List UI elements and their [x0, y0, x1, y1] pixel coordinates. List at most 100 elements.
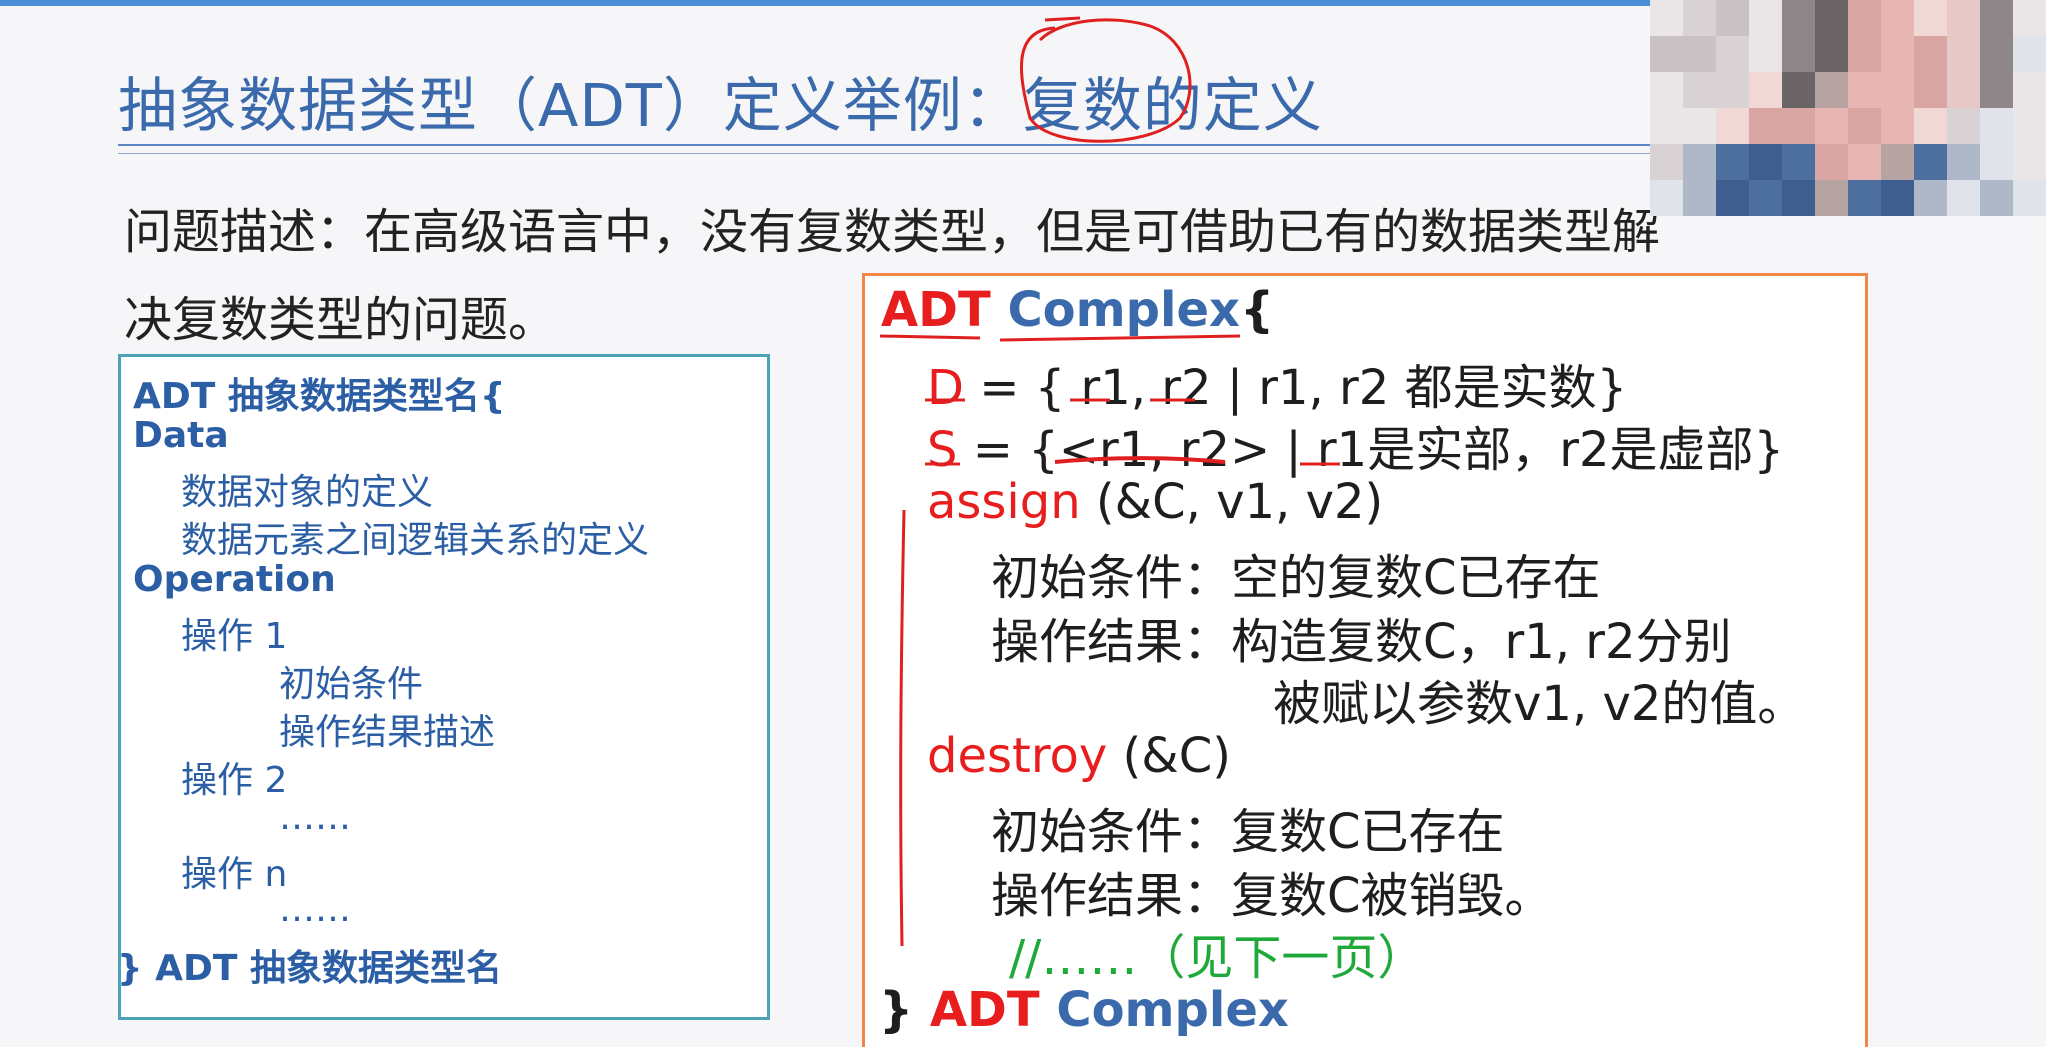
webcam-pixel — [1980, 180, 2013, 216]
template-data-relation: 数据元素之间逻辑关系的定义 — [181, 520, 650, 561]
complex-footer: } ADT Complex — [879, 982, 1289, 1038]
webcam-pixel — [1749, 72, 1782, 108]
webcam-pixel — [1716, 0, 1749, 36]
complex-adt-box: ADT Complex{ D = { r1, r2 | r1, r2 都是实数}… — [862, 273, 1868, 1047]
webcam-pixel — [1947, 180, 1980, 216]
webcam-pixel — [1815, 0, 1848, 36]
template-ellipsis-2: …… — [279, 889, 351, 930]
webcam-pixel — [1683, 36, 1716, 72]
webcam-pixel — [1650, 72, 1683, 108]
webcam-pixel — [1980, 36, 2013, 72]
webcam-pixel — [1782, 36, 1815, 72]
webcam-pixel — [1947, 144, 1980, 180]
webcam-pixel — [2013, 0, 2046, 36]
webcam-pixel — [1947, 72, 1980, 108]
title-divider — [118, 144, 1658, 146]
template-data-object: 数据对象的定义 — [181, 472, 434, 513]
problem-line-1: 问题描述：在高级语言中，没有复数类型，但是可借助已有的数据类型解 — [124, 204, 1661, 260]
webcam-pixel — [1947, 108, 1980, 144]
webcam-pixel — [1815, 72, 1848, 108]
webcam-pixel — [1782, 72, 1815, 108]
webcam-pixel — [1881, 180, 1914, 216]
webcam-pixel — [1914, 144, 1947, 180]
webcam-pixel — [1848, 144, 1881, 180]
webcam-pixel — [1980, 108, 2013, 144]
webcam-pixel — [1848, 72, 1881, 108]
webcam-pixel — [2013, 108, 2046, 144]
webcam-pixel — [1881, 0, 1914, 36]
webcam-pixel — [1683, 0, 1716, 36]
webcam-pixel — [2013, 72, 2046, 108]
webcam-pixel — [1881, 72, 1914, 108]
webcam-pixel — [1650, 144, 1683, 180]
continued-comment: //……（见下一页） — [1009, 930, 1426, 986]
webcam-pixel — [1782, 108, 1815, 144]
template-op1-pre: 初始条件 — [279, 664, 424, 705]
webcam-pixel — [1881, 144, 1914, 180]
template-opn: 操作 n — [181, 854, 288, 895]
webcam-pixel — [1848, 108, 1881, 144]
complex-header: ADT Complex{ — [881, 282, 1275, 338]
template-ellipsis-1: …… — [279, 797, 351, 838]
webcam-pixel — [1980, 144, 2013, 180]
webcam-pixel — [1815, 108, 1848, 144]
webcam-pixel — [1716, 72, 1749, 108]
webcam-pixel — [1980, 0, 2013, 36]
assign-result-2: 被赋以参数v1, v2的值。 — [1273, 676, 1806, 732]
destroy-signature: destroy (&C) — [927, 728, 1231, 784]
webcam-pixel — [1749, 36, 1782, 72]
webcam-pixel — [1848, 0, 1881, 36]
presenter-webcam-thumbnail — [1650, 0, 2046, 216]
template-op2: 操作 2 — [181, 760, 288, 801]
webcam-pixel — [1749, 180, 1782, 216]
webcam-pixel — [1815, 144, 1848, 180]
template-operation-label: Operation — [133, 559, 336, 600]
webcam-pixel — [1881, 36, 1914, 72]
webcam-pixel — [1716, 108, 1749, 144]
adt-template-box: ADT 抽象数据类型名{ Data 数据对象的定义 数据元素之间逻辑关系的定义 … — [117, 354, 770, 1020]
webcam-pixel — [1947, 36, 1980, 72]
assign-result-1: 操作结果：构造复数C，r1, r2分别 — [991, 614, 1732, 670]
webcam-pixel — [1683, 108, 1716, 144]
webcam-pixel — [1782, 144, 1815, 180]
webcam-pixel — [1815, 180, 1848, 216]
webcam-pixel — [1650, 36, 1683, 72]
webcam-pixel — [1650, 180, 1683, 216]
webcam-pixel — [1815, 36, 1848, 72]
template-op1: 操作 1 — [181, 616, 288, 657]
complex-data-set: D = { r1, r2 | r1, r2 都是实数} — [927, 360, 1628, 416]
template-data-label: Data — [133, 415, 229, 456]
webcam-pixel — [1914, 36, 1947, 72]
webcam-pixel — [2013, 36, 2046, 72]
complex-relation-set: S = {<r1, r2> | r1是实部，r2是虚部} — [927, 422, 1785, 478]
slide-title: 抽象数据类型（ADT）定义举例：复数的定义 — [118, 71, 1323, 140]
webcam-pixel — [1914, 108, 1947, 144]
webcam-pixel — [1683, 72, 1716, 108]
webcam-pixel — [1716, 180, 1749, 216]
assign-signature: assign (&C, v1, v2) — [927, 474, 1384, 530]
webcam-pixel — [1914, 0, 1947, 36]
webcam-pixel — [1848, 36, 1881, 72]
webcam-pixel — [1782, 180, 1815, 216]
template-header: ADT 抽象数据类型名{ — [133, 376, 506, 417]
destroy-precondition: 初始条件：复数C已存在 — [991, 804, 1505, 860]
webcam-pixel — [1683, 144, 1716, 180]
webcam-pixel — [1716, 36, 1749, 72]
webcam-pixel — [1914, 180, 1947, 216]
webcam-pixel — [1980, 72, 2013, 108]
webcam-pixel — [1650, 108, 1683, 144]
circle-tail-stroke — [1044, 16, 1081, 22]
webcam-pixel — [1848, 180, 1881, 216]
webcam-pixel — [1650, 0, 1683, 36]
webcam-pixel — [1947, 0, 1980, 36]
webcam-pixel — [1914, 72, 1947, 108]
template-footer: } ADT 抽象数据类型名 — [117, 948, 502, 989]
webcam-pixel — [1782, 0, 1815, 36]
webcam-pixel — [1749, 0, 1782, 36]
webcam-pixel — [1749, 108, 1782, 144]
webcam-pixel — [1716, 144, 1749, 180]
assign-precondition: 初始条件：空的复数C已存在 — [991, 550, 1601, 606]
title-divider-thin — [118, 153, 1658, 154]
webcam-pixel — [1881, 108, 1914, 144]
webcam-pixel — [2013, 144, 2046, 180]
